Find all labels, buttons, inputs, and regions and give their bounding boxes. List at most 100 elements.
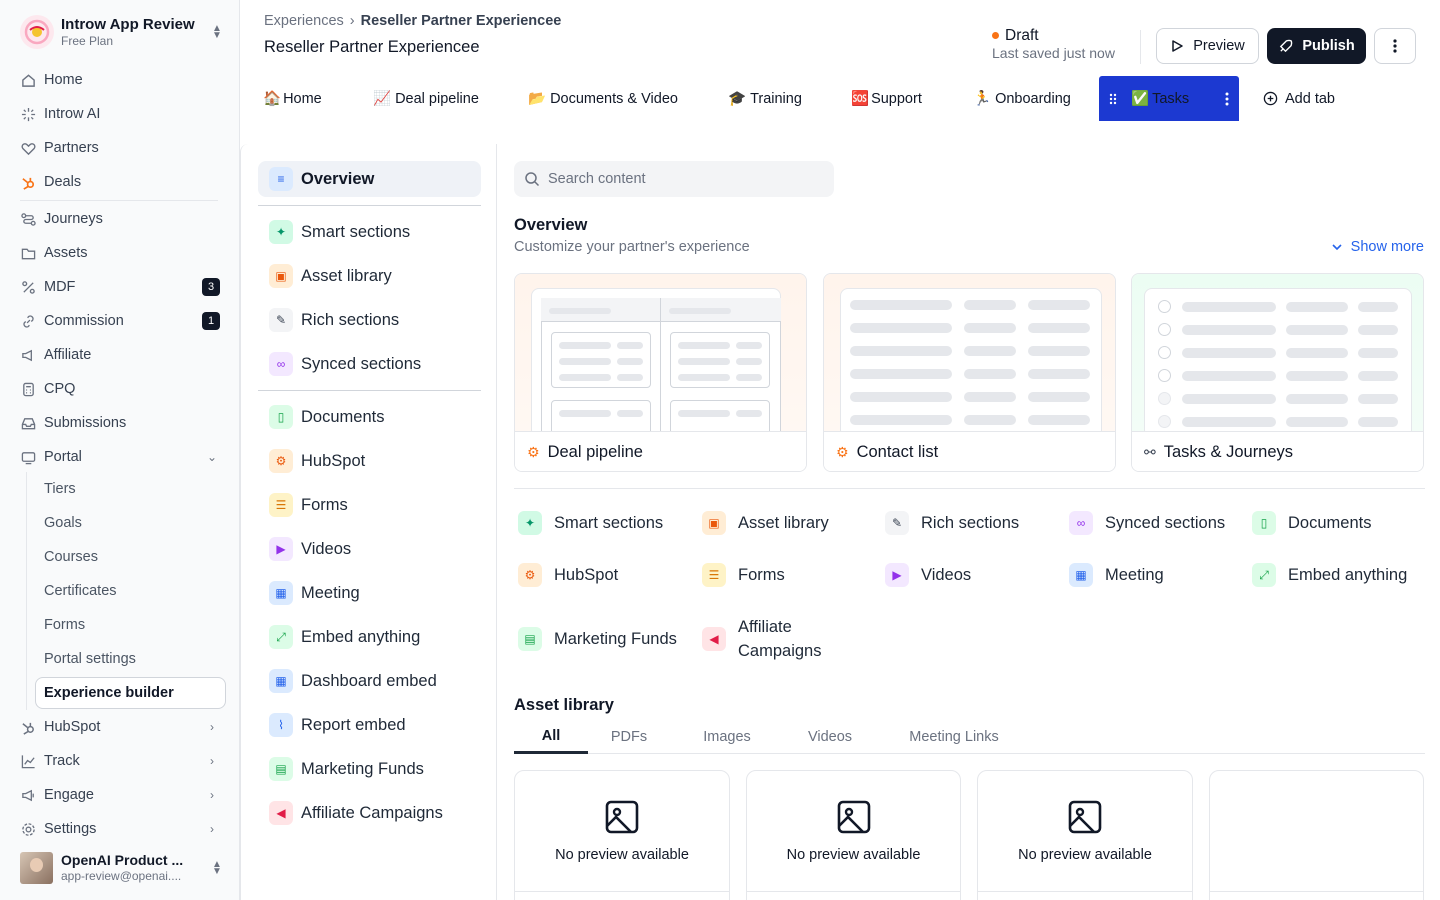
chart-emoji-icon: 📈 (373, 91, 392, 107)
palette-asset-library[interactable]: ▣ Asset library (258, 258, 481, 294)
drag-handle-icon[interactable] (1109, 93, 1117, 105)
palette-overview[interactable]: ≡ Overview (258, 161, 481, 197)
palette-embed-anything[interactable]: ⤢ Embed anything (258, 619, 481, 655)
rocket-icon (1280, 39, 1293, 52)
template-card-contact-list[interactable]: ⚙ Contact list (823, 273, 1116, 472)
card-title: Contact list (856, 443, 939, 461)
sidebar-sub-certificates[interactable]: Certificates (44, 578, 117, 604)
palette-videos[interactable]: ▶ Videos (258, 531, 481, 567)
mdf-count-badge: 3 (202, 278, 220, 296)
sidebar-sub-forms[interactable]: Forms (44, 612, 85, 638)
palette-dashboard-embed[interactable]: ▦ Dashboard embed (258, 663, 481, 699)
tab-training[interactable]: 🎓 Training (728, 76, 802, 121)
template-card-deal-pipeline[interactable]: ⚙ Deal pipeline (514, 273, 807, 472)
grid-synced-sections[interactable]: ∞ Synced sections (1069, 511, 1225, 535)
palette-hubspot[interactable]: ⚙ HubSpot (258, 443, 481, 479)
sidebar-item-mdf[interactable]: MDF 3 (20, 273, 220, 301)
sidebar-item-deals[interactable]: Deals (20, 168, 220, 196)
tab-more-vertical-icon[interactable] (1225, 92, 1229, 106)
palette-report-embed[interactable]: ⌇ Report embed (258, 707, 481, 743)
palette-marketing-funds[interactable]: ▤ Marketing Funds (258, 751, 481, 787)
grid-videos[interactable]: ▶ Videos (885, 563, 971, 587)
search-icon (525, 172, 540, 187)
grid-rich-sections[interactable]: ✎ Rich sections (885, 511, 1019, 535)
publish-label: Publish (1302, 38, 1355, 54)
asset-tab-videos[interactable]: Videos (798, 720, 862, 754)
tab-deal-pipeline[interactable]: 📈 Deal pipeline (373, 76, 479, 121)
palette-label: Rich sections (301, 310, 400, 329)
sidebar-item-home[interactable]: Home (20, 66, 220, 94)
tab-documents-video[interactable]: 📂 Documents & Video (528, 76, 678, 121)
template-card-tasks-journeys[interactable]: ⚯ Tasks & Journeys (1131, 273, 1424, 472)
tab-tasks[interactable]: ✅ Tasks (1099, 76, 1239, 121)
asset-tab-images[interactable]: Images (694, 720, 760, 754)
asset-tab-pdfs[interactable]: PDFs (602, 720, 656, 754)
search-input[interactable] (548, 171, 808, 187)
grid-documents[interactable]: ▯ Documents (1252, 511, 1371, 535)
grid-smart-sections[interactable]: ✦ Smart sections (518, 511, 663, 535)
overview-title: Overview (514, 216, 588, 234)
sidebar-item-partners[interactable]: Partners (20, 134, 220, 162)
palette-documents[interactable]: ▯ Documents (258, 399, 481, 435)
tab-home[interactable]: 🏠 Home (263, 76, 322, 121)
sidebar-item-journeys[interactable]: Journeys (20, 205, 220, 233)
preview-button[interactable]: Preview (1156, 28, 1259, 64)
palette-meeting[interactable]: ▦ Meeting (258, 575, 481, 611)
sidebar-item-submissions[interactable]: Submissions (20, 409, 220, 437)
user-menu[interactable]: OpenAI Product ... app-review@openai....… (20, 852, 224, 884)
palette-affiliate-campaigns[interactable]: ◀ Affiliate Campaigns (258, 795, 481, 831)
grid-asset-library[interactable]: ▣ Asset library (702, 511, 829, 535)
asset-card[interactable]: No preview available (977, 770, 1193, 900)
grid-forms[interactable]: ☰ Forms (702, 563, 785, 587)
tab-support[interactable]: 🆘 Support (851, 76, 922, 121)
document-icon: ▯ (269, 405, 293, 429)
sidebar-item-hubspot[interactable]: HubSpot › (20, 713, 220, 741)
sidebar-item-label: Partners (44, 140, 99, 156)
tab-onboarding[interactable]: 🏃 Onboarding (973, 76, 1071, 121)
asset-card[interactable]: No preview available (746, 770, 961, 900)
sidebar-item-assets[interactable]: Assets (20, 239, 220, 267)
megaphone-icon (20, 347, 36, 363)
page-title[interactable]: Reseller Partner Experiencee (264, 38, 480, 57)
route-icon (20, 211, 36, 227)
sidebar-item-label: Settings (44, 821, 97, 837)
sidebar-sub-goals[interactable]: Goals (44, 510, 82, 536)
asset-tab-all[interactable]: All (514, 720, 588, 754)
asset-card[interactable] (1209, 770, 1424, 900)
publish-button[interactable]: Publish (1267, 28, 1366, 64)
show-more-button[interactable]: Show more (1331, 239, 1424, 255)
sidebar-sub-experience-builder[interactable]: Experience builder (44, 680, 174, 706)
add-tab-button[interactable]: Add tab (1263, 76, 1335, 121)
sidebar-item-commission[interactable]: Commission 1 (20, 307, 220, 335)
palette-forms[interactable]: ☰ Forms (258, 487, 481, 523)
sidebar-sub-courses[interactable]: Courses (44, 544, 98, 570)
asset-card[interactable]: No preview available (514, 770, 730, 900)
grid-embed-anything[interactable]: ⤢ Embed anything (1252, 563, 1407, 587)
grid-hubspot[interactable]: ⚙ HubSpot (518, 563, 618, 587)
palette-synced-sections[interactable]: ∞ Synced sections (258, 346, 481, 382)
sidebar-item-portal[interactable]: Portal ⌄ (20, 443, 220, 471)
sidebar-item-track[interactable]: Track › (20, 747, 220, 775)
more-options-button[interactable] (1374, 28, 1416, 64)
hubspot-icon: ⚙ (836, 444, 849, 460)
sidebar-item-affiliate[interactable]: Affiliate (20, 341, 220, 369)
chevron-right-icon: › (210, 822, 214, 836)
sidebar-sub-tiers[interactable]: Tiers (44, 476, 76, 502)
palette-smart-sections[interactable]: ✦ Smart sections (258, 214, 481, 250)
asset-tab-meeting-links[interactable]: Meeting Links (902, 720, 1006, 754)
sidebar-item-cpq[interactable]: CPQ (20, 375, 220, 403)
sidebar-item-introw-ai[interactable]: Introw AI (20, 100, 220, 128)
palette-label: Embed anything (301, 627, 421, 646)
section-palette: ≡ Overview ✦ Smart sections ▣ Asset librar… (241, 144, 497, 900)
sidebar-item-engage[interactable]: Engage › (20, 781, 220, 809)
palette-rich-sections[interactable]: ✎ Rich sections (258, 302, 481, 338)
workspace-switcher[interactable]: Introw App Review Free Plan ▲ ▼ (20, 14, 224, 50)
grid-marketing-funds[interactable]: ▤ Marketing Funds (518, 627, 677, 651)
grid-affiliate-campaigns[interactable]: ◀ Affiliate Campaigns (702, 615, 842, 663)
sidebar-item-settings[interactable]: Settings › (20, 815, 220, 843)
search-box[interactable] (514, 161, 834, 197)
megaphone-icon: ◀ (269, 801, 293, 825)
breadcrumb-root-link[interactable]: Experiences (264, 13, 344, 29)
grid-meeting[interactable]: ▦ Meeting (1069, 563, 1164, 587)
sidebar-sub-portal-settings[interactable]: Portal settings (44, 646, 136, 672)
